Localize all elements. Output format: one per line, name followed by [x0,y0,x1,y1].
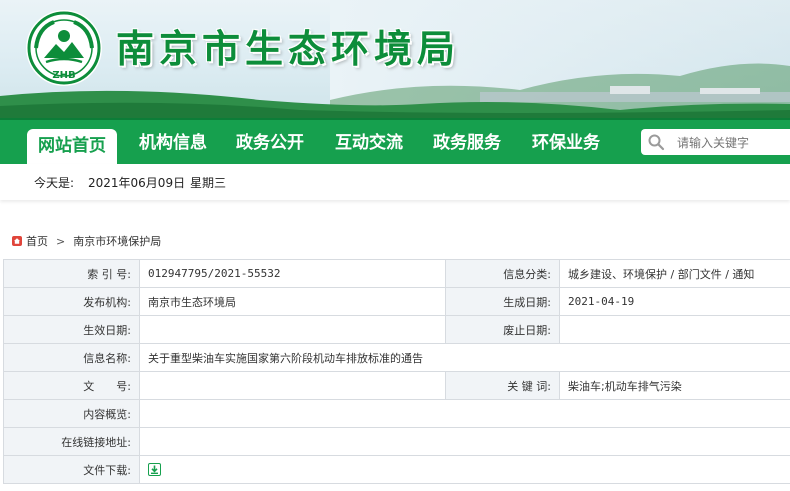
table-row: 文件下载: [3,455,790,484]
repeal-date-label: 废止日期: [445,315,560,344]
nav-organization[interactable]: 机构信息 [128,120,218,166]
document-info-table: 索 引 号: 012947795/2021-55532 信息分类: 城乡建设、环… [3,259,790,484]
index-value: 012947795/2021-55532 [139,259,446,288]
logo-emblem[interactable]: ZHB [24,8,104,88]
keywords-value: 柴油车;机动车排气污染 [559,371,790,400]
repeal-date-value [559,315,790,344]
table-row: 内容概览: [3,399,790,428]
created-date-value: 2021-04-19 [559,287,790,316]
category-label: 信息分类: [445,259,560,288]
file-download-cell [139,455,790,484]
nav-interaction[interactable]: 互动交流 [324,120,414,166]
current-date: 2021年06月09日 [88,176,186,190]
breadcrumb: 首页 > 南京市环境保护局 [12,233,161,249]
table-row: 索 引 号: 012947795/2021-55532 信息分类: 城乡建设、环… [3,259,790,288]
summary-label: 内容概览: [3,399,140,428]
created-date-label: 生成日期: [445,287,560,316]
summary-value [139,399,790,428]
table-row: 在线链接地址: [3,427,790,456]
date-prefix: 今天是: [34,176,75,190]
header-banner: ZHB 南京市生态环境局 [0,0,790,118]
table-row: 文 号: 关 键 词: 柴油车;机动车排气污染 [3,371,790,400]
publisher-label: 发布机构: [3,287,140,316]
online-link-value [139,427,790,456]
search-input[interactable] [675,132,789,154]
nav-services[interactable]: 政务服务 [422,120,512,166]
table-row: 发布机构: 南京市生态环境局 生成日期: 2021-04-19 [3,287,790,316]
info-name-label: 信息名称: [3,343,140,372]
download-icon[interactable] [148,463,161,477]
keywords-label: 关 键 词: [445,371,560,400]
home-icon [12,236,22,246]
doc-number-label: 文 号: [3,371,140,400]
table-row: 信息名称: 关于重型柴油车实施国家第六阶段机动车排放标准的通告 [3,343,790,372]
site-title: 南京市生态环境局 [116,26,461,71]
breadcrumb-home[interactable]: 首页 [26,235,48,248]
index-label: 索 引 号: [3,259,140,288]
svg-text:ZHB: ZHB [52,70,75,81]
effective-date-label: 生效日期: [3,315,140,344]
current-weekday: 星期三 [190,176,227,190]
doc-number-value [139,371,446,400]
online-link-label: 在线链接地址: [3,427,140,456]
date-bar: 今天是: 2021年06月09日 星期三 [0,164,790,200]
search-icon[interactable] [647,133,665,151]
breadcrumb-current[interactable]: 南京市环境保护局 [73,235,161,248]
category-value: 城乡建设、环境保护 / 部门文件 / 通知 [559,259,790,288]
file-download-label: 文件下载: [3,455,140,484]
nav-environment-business[interactable]: 环保业务 [521,120,611,166]
breadcrumb-separator: > [56,235,66,248]
info-name-value: 关于重型柴油车实施国家第六阶段机动车排放标准的通告 [139,343,790,372]
table-row: 生效日期: 废止日期: [3,315,790,344]
nav-government-affairs[interactable]: 政务公开 [225,120,315,166]
publisher-value: 南京市生态环境局 [139,287,446,316]
search-box[interactable] [641,129,790,155]
nav-home[interactable]: 网站首页 [27,129,117,166]
effective-date-value [139,315,446,344]
